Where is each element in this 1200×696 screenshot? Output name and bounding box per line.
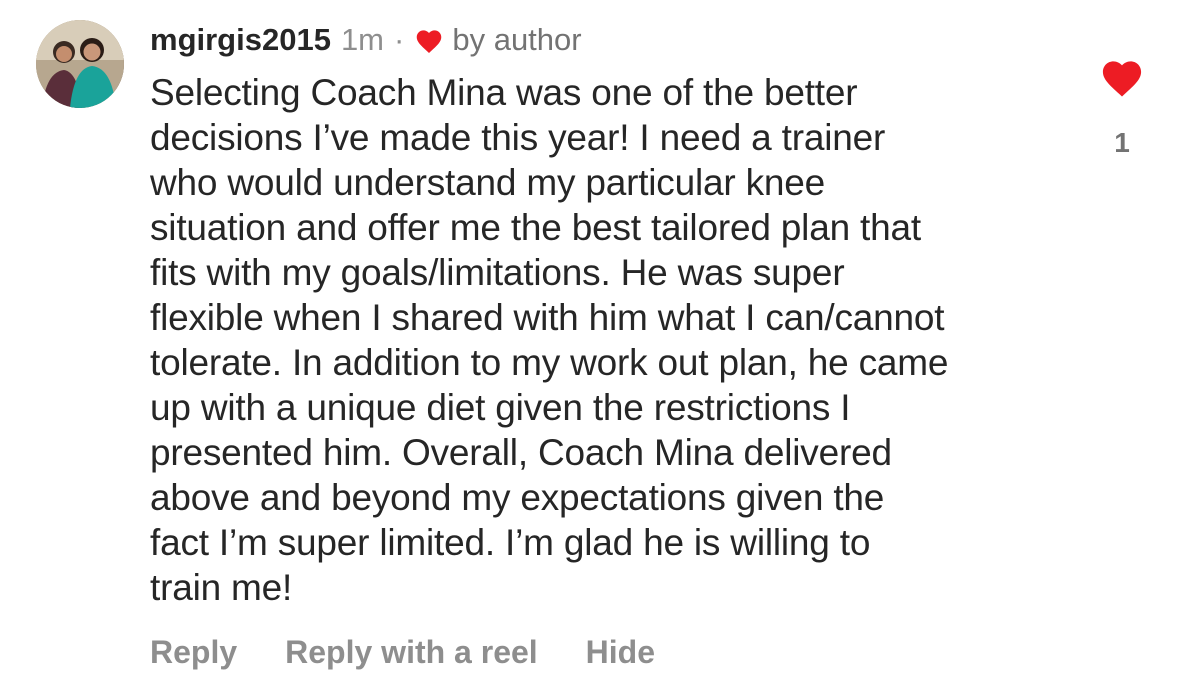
reply-with-reel-button[interactable]: Reply with a reel bbox=[285, 628, 538, 676]
avatar-photo bbox=[36, 20, 124, 108]
comment-header: mgirgis2015 1m · by author bbox=[150, 18, 1060, 62]
separator: · bbox=[394, 22, 405, 57]
like-heart-icon[interactable] bbox=[1099, 56, 1145, 98]
heart-icon bbox=[414, 27, 444, 54]
hide-button[interactable]: Hide bbox=[586, 628, 655, 676]
avatar[interactable] bbox=[36, 20, 124, 108]
comment: mgirgis2015 1m · by author Selecting Coa… bbox=[150, 18, 1060, 610]
reply-button[interactable]: Reply bbox=[150, 628, 237, 676]
like-column: 1 bbox=[1096, 56, 1148, 160]
comment-actions: Reply Reply with a reel Hide bbox=[150, 628, 655, 676]
username[interactable]: mgirgis2015 bbox=[150, 18, 331, 62]
comment-text: Selecting Coach Mina was one of the bett… bbox=[150, 72, 949, 608]
timestamp: 1m bbox=[340, 22, 385, 57]
like-count[interactable]: 1 bbox=[1114, 126, 1130, 160]
author-liked-badge: by author bbox=[452, 22, 582, 57]
